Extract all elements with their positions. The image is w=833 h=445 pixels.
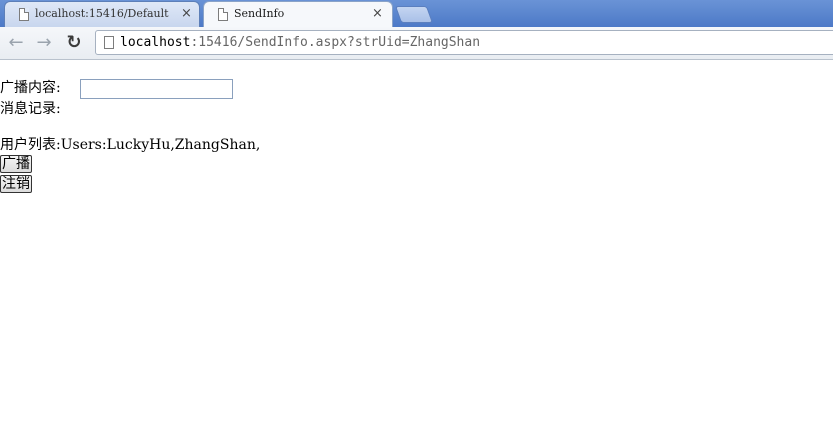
close-icon[interactable]: × <box>372 6 383 22</box>
tab-title: localhost:15416/Default <box>35 7 169 20</box>
reload-icon[interactable]: ↻ <box>63 32 85 54</box>
new-tab-button[interactable] <box>394 6 434 23</box>
browser-toolbar: ← → ↻ localhost:15416/SendInfo.aspx?strU… <box>0 27 833 60</box>
user-list-value: Users:LuckyHu,ZhangShan, <box>60 137 261 153</box>
tab-strip: localhost:15416/Default × SendInfo × <box>0 0 833 27</box>
message-log-label: 消息记录: <box>0 101 61 117</box>
url-host: localhost <box>120 35 191 50</box>
user-list: 用户列表:Users:LuckyHu,ZhangShan, <box>0 137 260 153</box>
address-bar[interactable]: localhost:15416/SendInfo.aspx?strUid=Zha… <box>95 30 833 55</box>
page-icon <box>104 36 114 49</box>
tab-title: SendInfo <box>234 7 285 20</box>
forward-icon[interactable]: → <box>33 32 55 54</box>
page-icon <box>218 8 228 21</box>
url-path: :15416/SendInfo.aspx?strUid=ZhangShan <box>190 35 481 50</box>
tab-sendinfo[interactable]: SendInfo × <box>203 1 393 27</box>
broadcast-input[interactable] <box>80 79 233 99</box>
back-icon[interactable]: ← <box>5 32 27 54</box>
broadcast-button[interactable]: 广播 <box>0 155 32 173</box>
page-icon <box>19 8 29 21</box>
logout-button[interactable]: 注销 <box>0 175 32 193</box>
close-icon[interactable]: × <box>181 6 192 22</box>
url-text[interactable]: localhost:15416/SendInfo.aspx?strUid=Zha… <box>120 35 480 50</box>
user-list-label: 用户列表: <box>0 137 61 153</box>
tab-default[interactable]: localhost:15416/Default × <box>4 1 200 27</box>
broadcast-label: 广播内容: <box>0 80 61 96</box>
page-content: 广播内容: 消息记录: 用户列表:Users:LuckyHu,ZhangShan… <box>0 61 833 445</box>
